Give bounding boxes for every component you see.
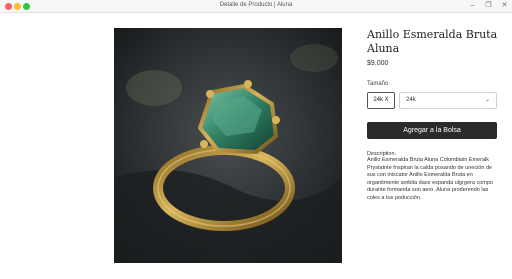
close-icon[interactable]: ✕: [501, 2, 508, 10]
size-select[interactable]: 24k ⌄: [399, 92, 497, 109]
emerald-ring-photo: [114, 28, 342, 263]
maximize-icon[interactable]: ❐: [485, 2, 492, 10]
size-select-value: 24k: [406, 97, 416, 103]
window-title: Detalle de Producto | Aluna: [219, 2, 293, 8]
product-title: Anillo Esmeralda Bruta Aluna: [367, 28, 498, 55]
size-label: Tamaño: [367, 81, 389, 87]
description-text: Anillo Esmeralda Bruta Aluna Colombiain …: [367, 157, 493, 201]
title-bar: Detalle de Producto | Aluna – ❐ ✕: [0, 0, 512, 13]
product-photo: [114, 28, 342, 263]
minimize-icon[interactable]: –: [469, 2, 476, 10]
window-controls: – ❐ ✕: [469, 2, 508, 10]
product-price: $9.000: [367, 60, 389, 67]
chevron-down-icon: ⌄: [484, 97, 490, 103]
add-to-bag-button[interactable]: Agregar a la Bolsa: [367, 122, 497, 139]
size-option-24k[interactable]: 24k X: [367, 92, 395, 109]
